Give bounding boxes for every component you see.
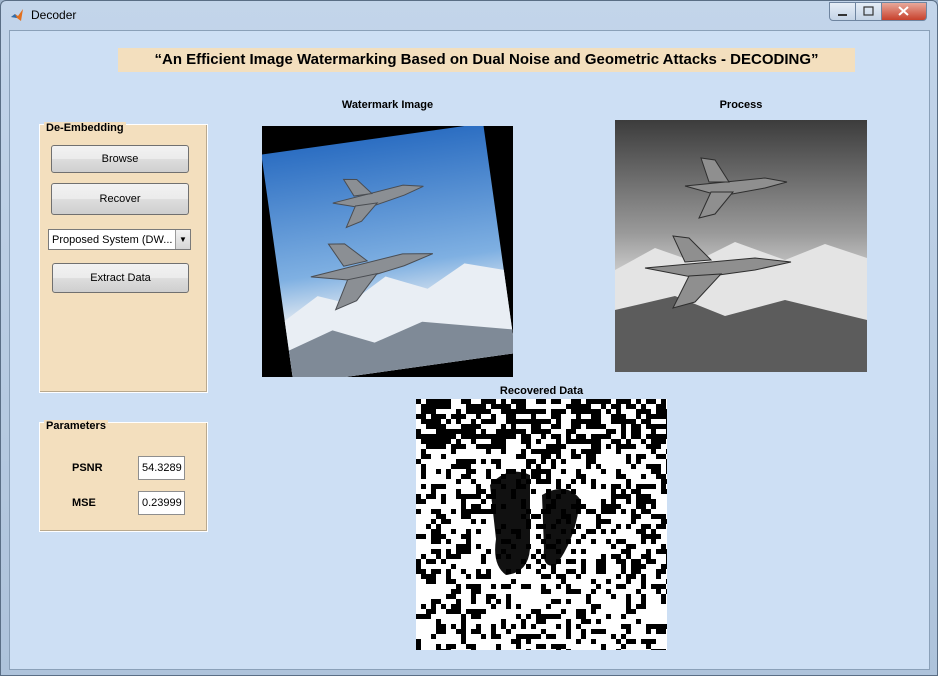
watermark-image [262,126,513,377]
browse-button[interactable]: Browse [51,145,189,173]
process-title: Process [719,99,763,111]
recovered-data-graphic [416,399,667,650]
watermark-image-title: Watermark Image [341,99,434,111]
extract-data-button[interactable]: Extract Data [52,263,189,293]
close-icon [898,6,909,16]
decoder-window: Decoder “An Efficient Image Watermarking… [0,0,938,676]
de-embedding-panel-title: De-Embedding [44,122,126,134]
parameters-panel: Parameters PSNR 54.3289 MSE 0.23999 [39,420,208,532]
window-title: Decoder [31,8,77,22]
mse-field[interactable]: 0.23999 [138,491,185,515]
maximize-icon [863,6,874,16]
maximize-button[interactable] [855,2,882,21]
mse-label: MSE [72,497,96,509]
parameters-panel-title: Parameters [44,420,108,432]
figure-area: “An Efficient Image Watermarking Based o… [9,30,930,670]
psnr-field[interactable]: 54.3289 [138,456,185,480]
recovered-data-image [416,399,667,650]
psnr-label: PSNR [72,462,103,474]
process-image-graphic [615,157,867,372]
close-button[interactable] [881,2,927,21]
matlab-icon [11,9,23,21]
minimize-icon [838,14,847,16]
process-image [615,120,867,372]
chevron-down-icon[interactable]: ▼ [175,230,190,249]
recovered-data-title: Recovered Data [499,385,584,397]
recover-button[interactable]: Recover [51,183,189,215]
watermark-image-graphic [262,126,513,377]
title-bar[interactable]: Decoder [1,1,937,29]
minimize-button[interactable] [829,2,856,21]
page-title: “An Efficient Image Watermarking Based o… [118,48,855,72]
method-select-value: Proposed System (DW... [52,234,173,246]
de-embedding-panel: De-Embedding Browse Recover Proposed Sys… [39,122,208,393]
method-select[interactable]: Proposed System (DW... ▼ [48,229,191,250]
